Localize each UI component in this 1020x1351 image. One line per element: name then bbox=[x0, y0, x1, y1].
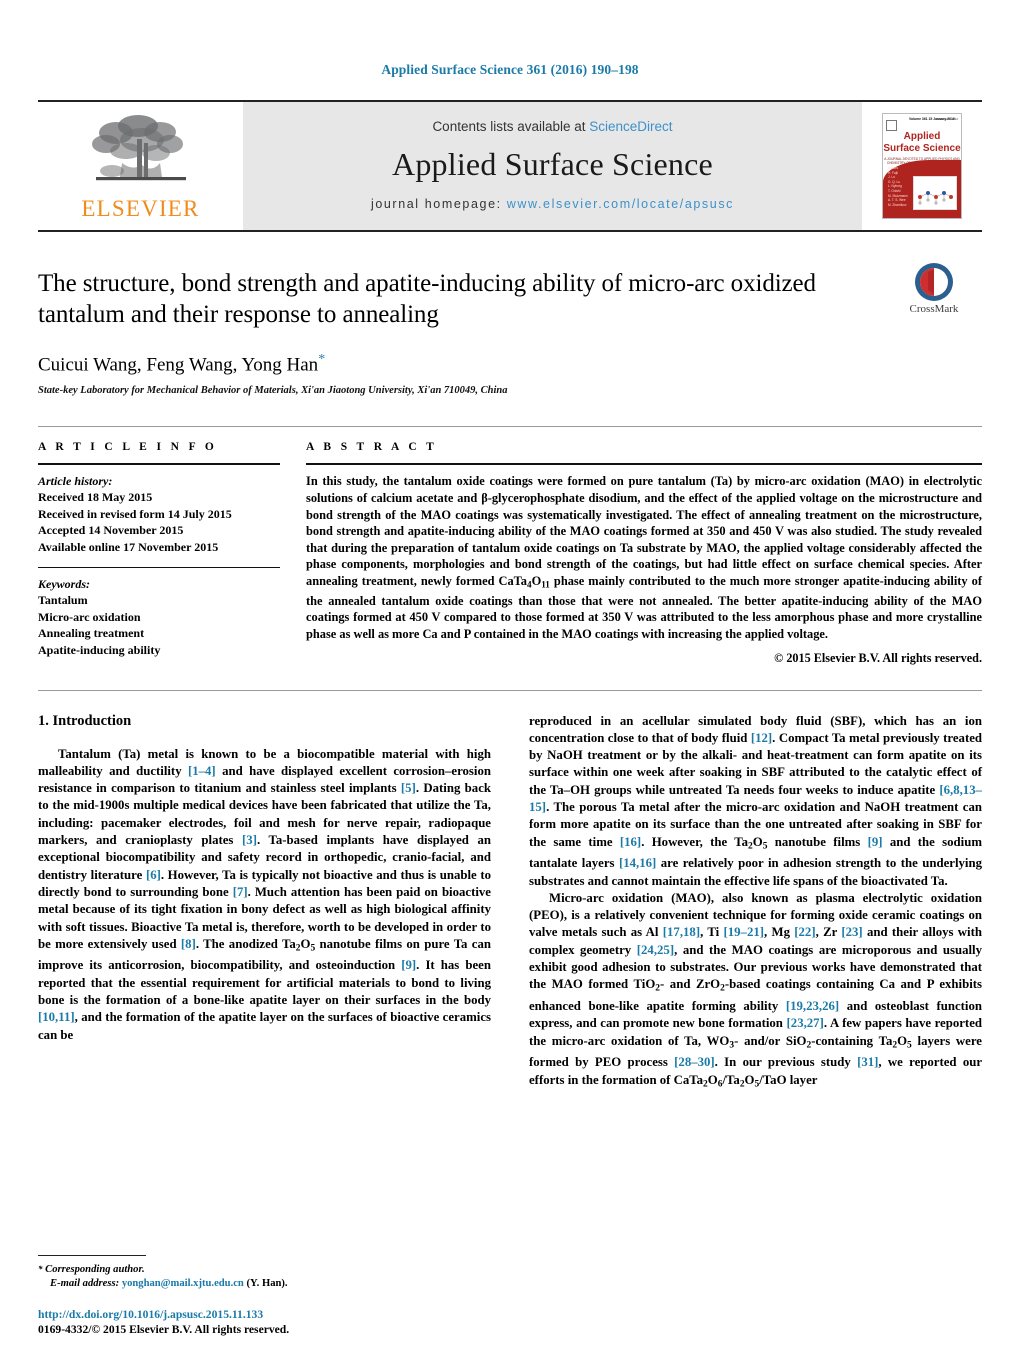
article-history-item: Accepted 14 November 2015 bbox=[38, 523, 184, 538]
citation-ref[interactable]: [6,8,13–15] bbox=[529, 783, 982, 814]
citation-ref[interactable]: [12] bbox=[751, 731, 772, 745]
footnote-marker: * bbox=[38, 1264, 43, 1274]
intro-paragraph-left: Tantalum (Ta) metal is known to be a bio… bbox=[38, 746, 491, 1042]
cover-title-line1: Applied bbox=[903, 131, 941, 142]
citation-ref[interactable]: [23,27] bbox=[787, 1016, 824, 1030]
elsevier-tree-icon bbox=[91, 114, 186, 180]
citation-ref[interactable]: [14,16] bbox=[619, 856, 656, 870]
intro-paragraph-right-1: reproduced in an acellular simulated bod… bbox=[529, 713, 982, 888]
article-history-item: Received in revised form 14 July 2015 bbox=[38, 506, 232, 521]
citation-ref[interactable]: [23] bbox=[841, 925, 862, 939]
citation-ref[interactable]: [16] bbox=[620, 835, 641, 849]
issn-copyright-line: 0169-4332/© 2015 Elsevier B.V. All right… bbox=[38, 1323, 290, 1336]
email-line: E-mail address: yonghan@mail.xjtu.edu.cn… bbox=[38, 1277, 478, 1291]
footer-doi-block: http://dx.doi.org/10.1016/j.apsusc.2015.… bbox=[38, 1307, 478, 1337]
intro-paragraph-right-2: Micro-arc oxidation (MAO), also known as… bbox=[529, 890, 983, 1089]
footnote-rule bbox=[38, 1255, 146, 1256]
article-info-rule bbox=[38, 463, 280, 466]
citation-ref[interactable]: [9] bbox=[868, 835, 883, 849]
article-history-item: Available online 17 November 2015 bbox=[38, 539, 219, 554]
abstract-rule bbox=[306, 463, 982, 466]
article-history-item: Received 18 May 2015 bbox=[38, 490, 153, 505]
cover-title-line2: Surface Science bbox=[883, 143, 961, 154]
affiliation: State-key Laboratory for Mechanical Beha… bbox=[38, 385, 508, 397]
keywords-rule bbox=[38, 567, 280, 569]
contents-available-line: Contents lists available at ScienceDirec… bbox=[432, 119, 672, 134]
citation-ref[interactable]: [22] bbox=[794, 925, 815, 939]
publisher-logo: ELSEVIER bbox=[38, 102, 243, 230]
abstract-text: In this study, the tantalum oxide coatin… bbox=[306, 474, 983, 641]
citation-ref[interactable]: [8] bbox=[181, 937, 196, 951]
body-columns: 1. Introduction Tantalum (Ta) metal is k… bbox=[38, 713, 982, 1094]
citation-ref[interactable]: [9] bbox=[401, 958, 416, 972]
elsevier-wordmark: ELSEVIER bbox=[81, 195, 200, 221]
journal-homepage-line: journal homepage: www.elsevier.com/locat… bbox=[371, 197, 734, 211]
corresponding-author-label: Corresponding author. bbox=[45, 1264, 145, 1275]
masthead-center: Contents lists available at ScienceDirec… bbox=[243, 102, 862, 230]
keywords-heading: Keywords: bbox=[38, 577, 90, 592]
cover-molecule-figure bbox=[913, 176, 957, 210]
citation-ref[interactable]: [28–30] bbox=[674, 1055, 715, 1069]
article-first-page: Applied Surface Science 361 (2016) 190–1… bbox=[0, 0, 1020, 1351]
abstract-heading: A B S T R A C T bbox=[306, 441, 438, 454]
citation-ref[interactable]: [19–21] bbox=[724, 925, 765, 939]
crossmark-icon bbox=[914, 262, 954, 302]
citation-ref[interactable]: [31] bbox=[857, 1055, 878, 1069]
citation-ref[interactable]: [17,18] bbox=[663, 925, 700, 939]
homepage-url-link[interactable]: www.elsevier.com/locate/apsusc bbox=[507, 197, 734, 211]
sciencedirect-link[interactable]: ScienceDirect bbox=[589, 119, 672, 134]
copyright-line: © 2015 Elsevier B.V. All rights reserved… bbox=[774, 650, 982, 665]
email-suffix: (Y. Han). bbox=[246, 1278, 288, 1289]
cover-editor-list: Editors H. Fujii J. Lu G. Q. Lu L. Nyborg T. … bbox=[888, 166, 908, 207]
running-head: Applied Surface Science 361 (2016) 190–1… bbox=[381, 62, 639, 77]
homepage-prefix: journal homepage: bbox=[370, 197, 507, 211]
email-link[interactable]: yonghan@mail.xjtu.edu.cn bbox=[122, 1278, 244, 1289]
cover-red-panel: Editors H. Fujii J. Lu G. Q. Lu L. Nyborg T. … bbox=[883, 160, 961, 218]
article-info-heading: A R T I C L E I N F O bbox=[38, 441, 218, 454]
journal-cover-thumbnail: Volume 361 15 January 2016 ISSN 0169-433… bbox=[862, 102, 982, 230]
corresponding-author-line: * Corresponding author. bbox=[38, 1262, 478, 1277]
journal-title: Applied Surface Science bbox=[392, 146, 713, 182]
crossmark-badge-group[interactable]: CrossMark bbox=[886, 262, 982, 315]
email-label: E-mail address: bbox=[50, 1278, 120, 1289]
crossmark-label: CrossMark bbox=[909, 303, 959, 315]
body-divider bbox=[38, 689, 982, 691]
keyword-item: Apatite-inducing ability bbox=[38, 642, 161, 657]
citation-ref[interactable]: [6] bbox=[146, 868, 161, 882]
citation-ref[interactable]: [24,25] bbox=[637, 943, 674, 957]
corresponding-author-marker: * bbox=[318, 352, 326, 367]
corresponding-author-footnote: * Corresponding author. E-mail address: … bbox=[38, 1255, 478, 1291]
author-list: Cuicui Wang, Feng Wang, Yong Han* bbox=[38, 352, 982, 376]
citation-ref[interactable]: [5] bbox=[401, 781, 416, 795]
abstract-column: A B S T R A C T In this study, the tanta… bbox=[306, 441, 982, 665]
journal-masthead: ELSEVIER Contents lists available at Sci… bbox=[38, 100, 982, 232]
citation-ref[interactable]: [1–4] bbox=[188, 764, 216, 778]
section-heading-introduction: 1. Introduction bbox=[38, 712, 132, 729]
keyword-item: Annealing treatment bbox=[38, 626, 145, 641]
citation-ref[interactable]: [7] bbox=[233, 885, 248, 899]
body-left-column: 1. Introduction Tantalum (Ta) metal is k… bbox=[38, 713, 491, 1094]
citation-ref[interactable]: [3] bbox=[242, 833, 257, 847]
cover-issn-text: ISSN 0169-4332 bbox=[935, 117, 958, 121]
doi-link[interactable]: http://dx.doi.org/10.1016/j.apsusc.2015.… bbox=[38, 1307, 478, 1322]
page-title: The structure, bond strength and apatite… bbox=[38, 270, 816, 328]
cover-publisher-mark bbox=[886, 120, 897, 131]
contents-prefix: Contents lists available at bbox=[432, 119, 590, 134]
info-abstract-section: A R T I C L E I N F O Article history: R… bbox=[38, 426, 982, 665]
citation-ref[interactable]: [10,11] bbox=[38, 1010, 75, 1024]
body-right-column: reproduced in an acellular simulated bod… bbox=[529, 713, 982, 1094]
keyword-item: Micro-arc oxidation bbox=[38, 609, 141, 624]
article-info-column: A R T I C L E I N F O Article history: R… bbox=[38, 441, 306, 665]
keyword-item: Tantalum bbox=[38, 593, 88, 608]
title-block: CrossMark The structure, bond strength a… bbox=[38, 232, 982, 396]
article-history-heading: Article history: bbox=[38, 474, 113, 489]
citation-ref[interactable]: [19,23,26] bbox=[786, 999, 839, 1013]
author-names: Cuicui Wang, Feng Wang, Yong Han bbox=[38, 354, 319, 376]
